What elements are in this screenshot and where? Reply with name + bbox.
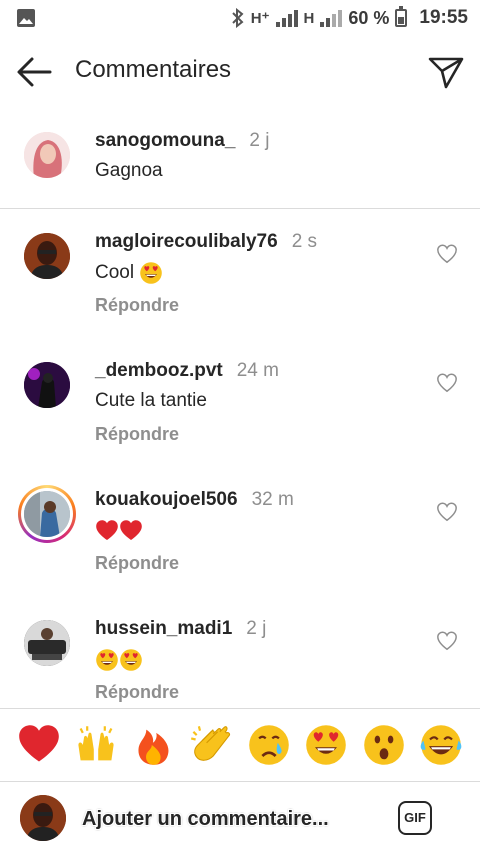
tears-of-joy-emoji[interactable] — [419, 723, 463, 767]
comment-item: _dembooz.pvt 24 m Cute la tantie Répondre — [0, 338, 480, 468]
network-type-1: H⁺ — [250, 10, 270, 27]
caption-text: Gagnoa — [95, 160, 163, 181]
comment-time: 2 s — [291, 231, 318, 252]
comment-text: Cute la tantie — [95, 390, 207, 411]
crying-face-emoji[interactable] — [247, 723, 291, 767]
heart-outline-icon[interactable] — [436, 501, 458, 523]
post-caption: sanogomouna_ 2 j Gagnoa — [0, 108, 480, 209]
comment-time: 2 j — [246, 618, 267, 639]
battery-icon — [395, 6, 408, 27]
quick-reactions-bar — [0, 708, 480, 782]
comment-username[interactable]: magloirecoulibaly76 — [95, 231, 278, 252]
paper-plane-icon[interactable] — [426, 52, 466, 92]
comment-input[interactable]: Ajouter un commentaire... — [82, 803, 372, 835]
signal-icon-2 — [320, 9, 343, 27]
heart-outline-icon[interactable] — [436, 372, 458, 394]
comment-text — [95, 519, 143, 543]
avatar — [24, 491, 70, 537]
gallery-icon — [17, 9, 35, 27]
astonished-face-emoji[interactable] — [362, 723, 406, 767]
signal-icon — [275, 9, 298, 27]
reply-button[interactable]: Répondre — [95, 682, 179, 703]
caption-username[interactable]: sanogomouna_ — [95, 130, 235, 151]
app-header: Commentaires — [0, 36, 480, 108]
comment-username[interactable]: hussein_madi1 — [95, 618, 232, 639]
avatar[interactable] — [24, 362, 70, 408]
comment-username[interactable]: kouakoujoel506 — [95, 489, 238, 510]
status-right: H⁺ H 60 % 19:55 — [231, 6, 468, 29]
red-heart-emoji — [95, 519, 119, 543]
heart-eyes-emoji — [95, 648, 119, 672]
gif-button[interactable]: GIF — [398, 801, 432, 835]
comment-text: Cool — [95, 261, 163, 285]
battery-percent: 60 % — [348, 7, 390, 28]
comment-text-content: Cool — [95, 262, 135, 284]
comment-time: 32 m — [251, 489, 294, 510]
comment-item: kouakoujoel506 32 m Répondre — [0, 467, 480, 597]
network-type-2: H — [303, 9, 315, 27]
clock: 19:55 — [419, 7, 468, 28]
heart-eyes-emoji — [119, 648, 143, 672]
avatar[interactable] — [24, 132, 70, 178]
reply-button[interactable]: Répondre — [95, 295, 179, 316]
comment-username[interactable]: _dembooz.pvt — [95, 360, 223, 381]
clapping-hands-emoji[interactable] — [189, 723, 233, 767]
arrow-left-icon[interactable] — [14, 52, 54, 92]
story-ring[interactable] — [18, 485, 76, 543]
comment-time: 24 m — [236, 360, 279, 381]
avatar[interactable] — [24, 233, 70, 279]
comment-item: magloirecoulibaly76 2 s Cool Répondre — [0, 209, 480, 339]
reply-button[interactable]: Répondre — [95, 424, 179, 445]
page-title: Commentaires — [75, 56, 232, 83]
heart-outline-icon[interactable] — [436, 243, 458, 265]
heart-eyes-emoji — [139, 261, 163, 285]
comment-item: hussein_madi1 2 j Répondre — [0, 596, 480, 708]
current-user-avatar — [20, 795, 66, 841]
bluetooth-icon — [232, 8, 244, 28]
comment-input-bar: Ajouter un commentaire... GIF — [0, 783, 480, 854]
reply-button[interactable]: Répondre — [95, 553, 179, 574]
heart-eyes-emoji[interactable] — [304, 723, 348, 767]
fire-emoji[interactable] — [132, 723, 176, 767]
comment-text — [95, 648, 143, 672]
caption-time: 2 j — [249, 130, 270, 151]
status-bar: H⁺ H 60 % 19:55 — [0, 0, 480, 36]
red-heart-emoji[interactable] — [17, 723, 61, 767]
avatar[interactable] — [24, 620, 70, 666]
raising-hands-emoji[interactable] — [74, 723, 118, 767]
red-heart-emoji — [119, 519, 143, 543]
heart-outline-icon[interactable] — [436, 630, 458, 652]
